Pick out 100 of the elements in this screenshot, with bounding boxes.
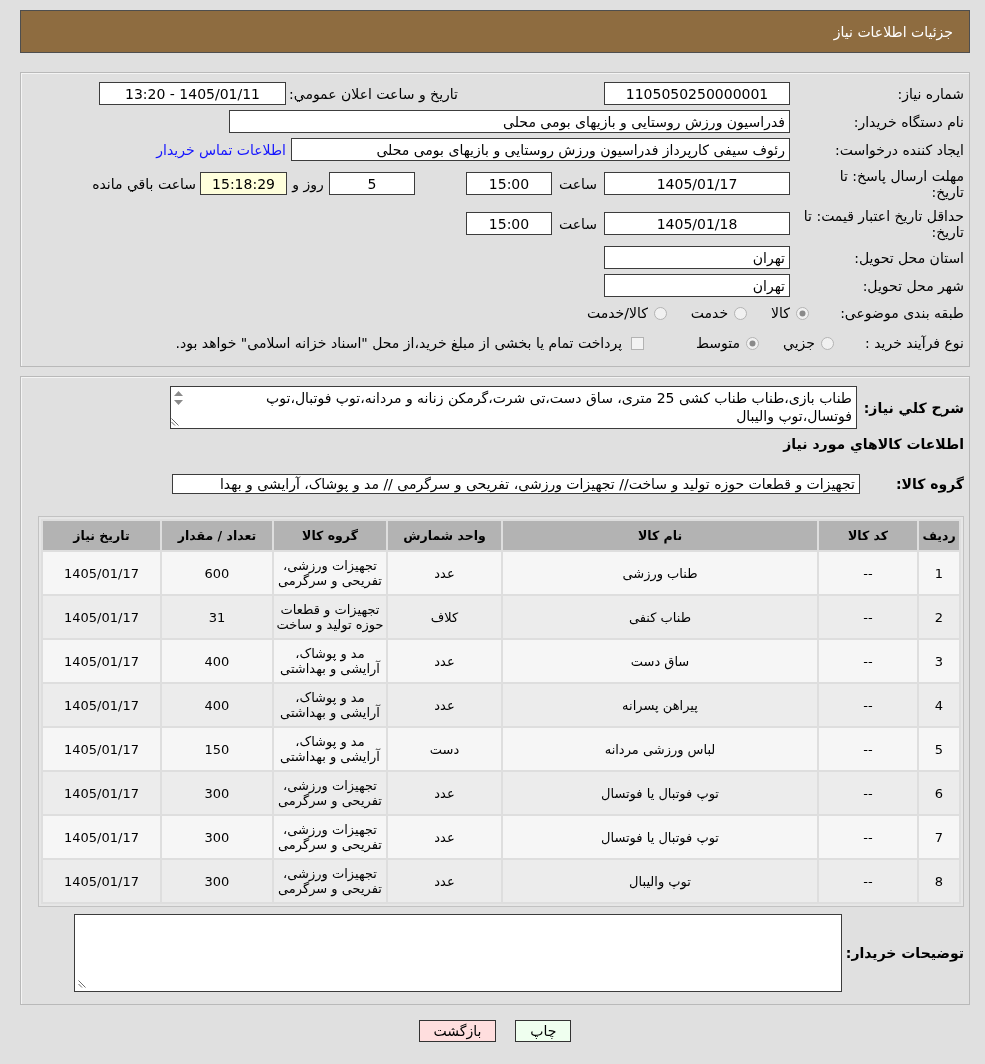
requester-field[interactable]: رئوف سیفی کارپرداز فدراسیون ورزش روستایی و بازیهای بومی محلی xyxy=(291,138,790,161)
radio-button[interactable] xyxy=(734,306,748,320)
item-code-cell: -- xyxy=(818,683,918,727)
row-number-cell: 1 xyxy=(918,551,960,595)
item-name-cell: ساق دست xyxy=(502,639,818,683)
row-number-cell: 6 xyxy=(918,771,960,815)
row-number-cell: 5 xyxy=(918,727,960,771)
item-group-cell: تجهیزات ورزشی، تفریحی و سرگرمی xyxy=(273,859,387,903)
field-label: مهلت ارسال پاسخ: تا تاریخ: xyxy=(838,167,964,200)
item-name-cell: طناب کنفی xyxy=(502,595,818,639)
radio-button[interactable] xyxy=(821,336,834,350)
description-field[interactable]: طناب بازی،طناب طناب کشی 25 متری، ساق دست،تی شرت،گرمکن زنانه و مردانه،توپ فوتبال،توپ فوتسال،توپ والیبال xyxy=(170,386,857,429)
item-name-cell: توپ فوتبال یا فوتسال xyxy=(502,815,818,859)
column-header: واحد شمارش xyxy=(387,520,502,551)
unit-cell: عدد xyxy=(387,551,502,595)
option-label: جزيي xyxy=(783,335,815,351)
row-number-cell: 4 xyxy=(918,683,960,727)
radio-button[interactable] xyxy=(746,336,760,350)
quantity-cell: 300 xyxy=(161,771,273,815)
item-name-cell: طناب ورزشی xyxy=(502,551,818,595)
item-group-cell: تجهیزات ورزشی، تفریحی و سرگرمی xyxy=(273,551,387,595)
column-header: نام کالا xyxy=(502,520,818,551)
item-group-cell: مد و پوشاک، آرایشی و بهداشتی xyxy=(273,727,387,771)
field-label: حداقل تاریخ اعتبار قیمت: تا تاریخ: xyxy=(802,207,964,240)
need-date-cell: 1405/01/17 xyxy=(42,639,161,683)
option-label: خدمت xyxy=(690,305,729,321)
field-label: طبقه بندی موضوعی: xyxy=(840,305,964,321)
scroll-down-icon[interactable] xyxy=(173,400,183,405)
row-number-cell: 2 xyxy=(918,595,960,639)
deadline-date-field[interactable]: 1405/01/17 xyxy=(604,172,790,195)
field-label: استان محل تحویل: xyxy=(854,249,964,266)
item-code-cell: -- xyxy=(818,859,918,903)
checkbox[interactable] xyxy=(631,336,645,350)
resize-grip-icon[interactable] xyxy=(78,980,86,988)
unit-cell: کلاف xyxy=(387,595,502,639)
remaining-time-field[interactable]: 15:18:29 xyxy=(200,172,287,195)
option-label: کالا xyxy=(771,305,790,321)
need-date-cell: 1405/01/17 xyxy=(42,771,161,815)
radio-button[interactable] xyxy=(653,306,667,320)
item-code-cell: -- xyxy=(818,551,918,595)
deadline-time-field[interactable]: 15:00 xyxy=(466,172,552,195)
need-date-cell: 1405/01/17 xyxy=(42,595,161,639)
need-date-cell: 1405/01/17 xyxy=(42,859,161,903)
item-group-cell: تجهیزات و قطعات حوزه تولید و ساخت xyxy=(273,595,387,639)
days-field[interactable]: 5 xyxy=(329,172,415,195)
city-field[interactable]: تهران xyxy=(604,274,790,297)
item-code-cell: -- xyxy=(818,595,918,639)
row-number-cell: 7 xyxy=(918,815,960,859)
need-number-field[interactable]: 1105050250000001 xyxy=(604,82,790,105)
row-number-cell: 8 xyxy=(918,859,960,903)
radio-button[interactable] xyxy=(796,306,809,320)
item-name-cell: توپ والیبال xyxy=(502,859,818,903)
item-name-cell: توپ فوتبال یا فوتسال xyxy=(502,771,818,815)
item-code-cell: -- xyxy=(818,727,918,771)
field-label: ساعت باقي مانده xyxy=(92,175,196,192)
notes-field[interactable] xyxy=(74,914,842,992)
item-code-cell: -- xyxy=(818,771,918,815)
unit-cell: عدد xyxy=(387,771,502,815)
scroll-up-icon[interactable] xyxy=(173,391,183,396)
unit-cell: عدد xyxy=(387,683,502,727)
row-number-cell: 3 xyxy=(918,639,960,683)
column-header: ردیف xyxy=(918,520,960,551)
need-date-cell: 1405/01/17 xyxy=(42,683,161,727)
item-code-cell: -- xyxy=(818,815,918,859)
field-label: نام دستگاه خريدار: xyxy=(853,113,964,130)
field-label: ایجاد کننده درخواست: xyxy=(835,141,964,158)
field-label: ساعت xyxy=(558,215,598,232)
validity-date-field[interactable]: 1405/01/18 xyxy=(604,212,790,235)
need-date-cell: 1405/01/17 xyxy=(42,551,161,595)
buyer-org-field[interactable]: فدراسیون ورزش روستایی و بازیهای بومی محلی xyxy=(229,110,790,133)
section-heading: اطلاعات کالاهاي مورد نياز xyxy=(783,436,964,452)
resize-grip-icon[interactable] xyxy=(171,418,179,426)
quantity-cell: 400 xyxy=(161,683,273,727)
checkbox-label: پرداخت تمام یا بخشی از مبلغ خرید،از محل "اسناد خزانه اسلامی" خواهد بود. xyxy=(175,335,623,351)
buyer-contact-link[interactable]: اطلاعات تماس خريدار xyxy=(156,141,286,158)
announcement-date-field[interactable]: 1405/01/11 - 13:20 xyxy=(99,82,286,105)
validity-time-field[interactable]: 15:00 xyxy=(466,212,552,235)
field-label: نوع فرآیند خرید : xyxy=(865,335,964,351)
back-button[interactable]: بازگشت xyxy=(418,1020,497,1042)
unit-cell: عدد xyxy=(387,639,502,683)
quantity-cell: 300 xyxy=(161,859,273,903)
field-label: شماره نیاز: xyxy=(897,85,964,102)
column-header: کد کالا xyxy=(818,520,918,551)
field-label: توضیحات خریدار: xyxy=(845,945,964,961)
column-header: گروه کالا xyxy=(273,520,387,551)
province-field[interactable]: تهران xyxy=(604,246,790,269)
item-group-cell: تجهیزات ورزشی، تفریحی و سرگرمی xyxy=(273,771,387,815)
field-label: گروه کالا: xyxy=(895,476,964,492)
item-group-cell: مد و پوشاک، آرایشی و بهداشتی xyxy=(273,683,387,727)
field-label: تاریخ و ساعت اعلان عمومي: xyxy=(289,85,458,102)
unit-cell: عدد xyxy=(387,859,502,903)
field-label: شرح کلي نياز: xyxy=(863,399,964,416)
goods-group-field[interactable]: تجهیزات و قطعات حوزه تولید و ساخت// تجهیزات ورزشی، تفریحی و سرگرمی // مد و پوشاک، آرایشی و بهدا xyxy=(172,474,860,494)
field-label: روز و xyxy=(292,175,324,192)
page-title: جزئیات اطلاعات نیاز xyxy=(833,23,953,40)
print-button[interactable]: چاپ xyxy=(515,1020,572,1042)
quantity-cell: 150 xyxy=(161,727,273,771)
need-date-cell: 1405/01/17 xyxy=(42,727,161,771)
need-date-cell: 1405/01/17 xyxy=(42,815,161,859)
option-label: متوسط xyxy=(696,335,741,351)
